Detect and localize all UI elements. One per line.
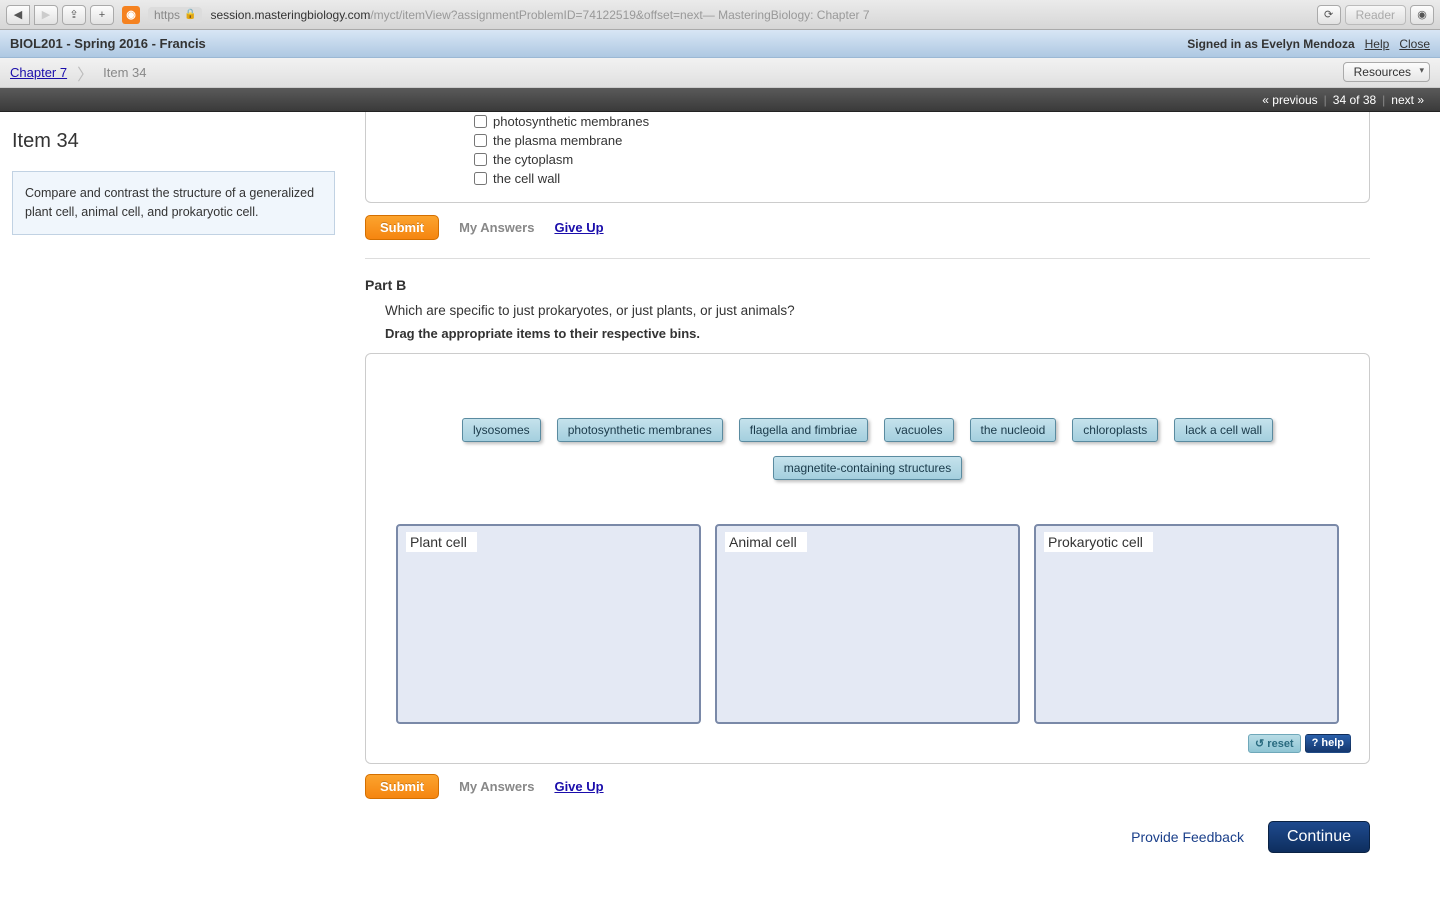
draggable-chip[interactable]: photosynthetic membranes: [557, 418, 723, 442]
course-title: BIOL201 - Spring 2016 - Francis: [10, 36, 1187, 51]
drag-drop-frame: lysosomes photosynthetic membranes flage…: [365, 353, 1370, 764]
chevron-right-icon: 〉: [77, 61, 93, 85]
part-b-title: Part B: [365, 277, 1370, 293]
drop-bin-animal[interactable]: Animal cell: [715, 524, 1020, 724]
settings-button[interactable]: ◉: [1410, 5, 1434, 25]
favicon: ◉: [122, 6, 140, 24]
part-b-instruction: Drag the appropriate items to their resp…: [385, 326, 1370, 341]
url-domain: session.masteringbiology.com: [210, 8, 370, 22]
close-link[interactable]: Close: [1399, 37, 1430, 51]
checkbox-option[interactable]: the cytoplasm: [384, 150, 1351, 169]
option-label: photosynthetic membranes: [493, 114, 649, 129]
bins-row: Plant cell Animal cell Prokaryotic cell: [396, 524, 1339, 724]
drop-bin-plant[interactable]: Plant cell: [396, 524, 701, 724]
help-link[interactable]: Help: [1365, 37, 1390, 51]
option-label: the plasma membrane: [493, 133, 622, 148]
browser-toolbar: ◀ ▶ ⇪ + ◉ https 🔒 session.masteringbiolo…: [0, 0, 1440, 30]
reset-button[interactable]: reset: [1248, 734, 1301, 753]
add-button[interactable]: +: [90, 5, 114, 25]
back-button[interactable]: ◀: [6, 5, 30, 25]
share-button[interactable]: ⇪: [62, 5, 86, 25]
option-label: the cell wall: [493, 171, 560, 186]
draggable-chip[interactable]: lack a cell wall: [1174, 418, 1273, 442]
option-label: the cytoplasm: [493, 152, 573, 167]
resources-dropdown[interactable]: Resources: [1343, 62, 1430, 82]
url-scheme-pill: https 🔒: [148, 7, 202, 23]
course-header: BIOL201 - Spring 2016 - Francis Signed i…: [0, 30, 1440, 58]
part-a-answer-box: photosynthetic membranes the plasma memb…: [365, 112, 1370, 203]
breadcrumb-current: Item 34: [103, 65, 146, 80]
reload-button[interactable]: ⟳: [1317, 5, 1341, 25]
draggable-chip[interactable]: vacuoles: [884, 418, 953, 442]
previous-link[interactable]: « previous: [1256, 93, 1323, 107]
breadcrumb-chapter-link[interactable]: Chapter 7: [10, 65, 67, 80]
bin-label: Animal cell: [725, 532, 807, 552]
lock-icon: 🔒: [184, 9, 196, 20]
continue-button[interactable]: Continue: [1268, 821, 1370, 853]
checkbox-option[interactable]: the plasma membrane: [384, 131, 1351, 150]
draggable-chip[interactable]: lysosomes: [462, 418, 541, 442]
bin-label: Plant cell: [406, 532, 477, 552]
checkbox[interactable]: [474, 172, 487, 185]
breadcrumb-bar: Chapter 7 〉 Item 34 Resources: [0, 58, 1440, 88]
give-up-link[interactable]: Give Up: [554, 779, 603, 794]
scheme-label: https: [154, 8, 180, 22]
bin-label: Prokaryotic cell: [1044, 532, 1153, 552]
forward-button[interactable]: ▶: [34, 5, 58, 25]
my-answers-link[interactable]: My Answers: [459, 220, 534, 235]
part-a-actions: Submit My Answers Give Up: [365, 215, 1370, 240]
dd-footer: reset help: [384, 734, 1351, 753]
url-tab-title: — MasteringBiology: Chapter 7: [703, 8, 870, 22]
my-answers-link[interactable]: My Answers: [459, 779, 534, 794]
checkbox[interactable]: [474, 115, 487, 128]
part-b-actions: Submit My Answers Give Up: [365, 774, 1370, 799]
provide-feedback-link[interactable]: Provide Feedback: [1131, 829, 1244, 845]
help-button[interactable]: help: [1305, 734, 1351, 753]
draggable-chip[interactable]: flagella and fimbriae: [739, 418, 868, 442]
submit-button[interactable]: Submit: [365, 774, 439, 799]
checkbox[interactable]: [474, 153, 487, 166]
chips-source-area: lysosomes photosynthetic membranes flage…: [384, 382, 1351, 504]
sidebar: Item 34 Compare and contrast the structu…: [0, 112, 345, 883]
next-link[interactable]: next »: [1385, 93, 1430, 107]
checkbox-option[interactable]: the cell wall: [384, 169, 1351, 188]
progress-bar: « previous | 34 of 38 | next »: [0, 88, 1440, 112]
give-up-link[interactable]: Give Up: [554, 220, 603, 235]
divider: [365, 258, 1370, 259]
content-area: photosynthetic membranes the plasma memb…: [345, 112, 1440, 883]
draggable-chip[interactable]: chloroplasts: [1072, 418, 1158, 442]
drop-bin-prokaryotic[interactable]: Prokaryotic cell: [1034, 524, 1339, 724]
address-bar[interactable]: session.masteringbiology.com/myct/itemVi…: [206, 8, 1312, 22]
draggable-chip[interactable]: magnetite-containing structures: [773, 456, 962, 480]
submit-button[interactable]: Submit: [365, 215, 439, 240]
draggable-chip[interactable]: the nucleoid: [970, 418, 1057, 442]
item-title: Item 34: [12, 130, 335, 153]
reader-button[interactable]: Reader: [1345, 5, 1406, 25]
checkbox[interactable]: [474, 134, 487, 147]
item-description: Compare and contrast the structure of a …: [12, 171, 335, 235]
url-path: /myct/itemView?assignmentProblemID=74122…: [370, 8, 702, 22]
bottom-row: Provide Feedback Continue: [365, 821, 1370, 853]
checkbox-option[interactable]: photosynthetic membranes: [384, 112, 1351, 131]
signed-in-label: Signed in as Evelyn Mendoza: [1187, 37, 1354, 51]
part-b-question: Which are specific to just prokaryotes, …: [385, 303, 1370, 318]
progress-position: 34 of 38: [1327, 93, 1382, 107]
